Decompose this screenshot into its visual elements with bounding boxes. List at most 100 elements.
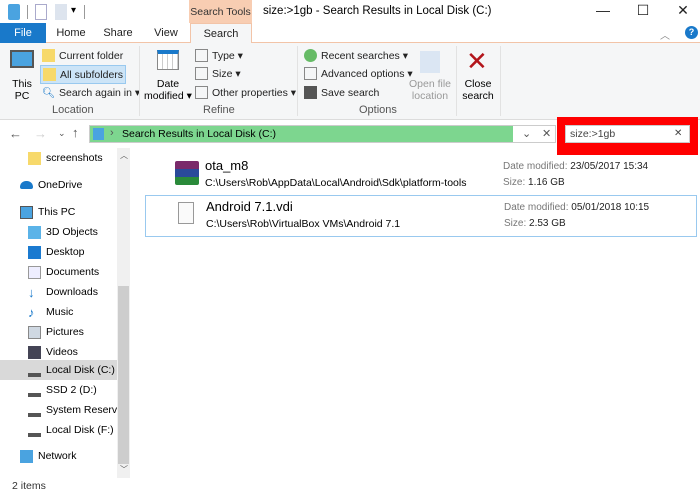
explorer-icon <box>8 4 20 20</box>
divider <box>139 46 140 116</box>
group-label-location: Location <box>52 104 94 116</box>
search-input-value: size:>1gb <box>570 128 616 140</box>
clear-search-button[interactable]: ✕ <box>674 128 682 139</box>
date-modified-button[interactable]: Date modified ▾ <box>143 78 193 102</box>
nav-item-downloads[interactable]: ↓ Downloads <box>0 282 117 302</box>
open-file-location-button: Open file location <box>408 78 452 102</box>
scroll-up-icon[interactable]: ︿ <box>120 150 128 161</box>
search-again-button[interactable]: 🔍︎ Search again in ▾ <box>42 86 141 100</box>
type-label: Type ▾ <box>212 49 243 62</box>
nav-label: Videos <box>46 346 78 358</box>
back-button[interactable]: ← <box>9 126 22 141</box>
minimize-button[interactable]: — <box>588 2 618 18</box>
nav-label: Network <box>38 450 77 462</box>
tab-search[interactable]: Search <box>190 23 252 44</box>
navigation-pane: screenshots OneDrive This PC 3D Objects … <box>0 148 130 478</box>
nav-item-music[interactable]: ♪ Music <box>0 302 117 322</box>
other-properties-label: Other properties ▾ <box>212 86 297 99</box>
advanced-options-button[interactable]: Advanced options ▾ <box>304 67 413 80</box>
result-item[interactable]: ota_m8 C:\Users\Rob\AppData\Local\Androi… <box>145 155 697 197</box>
date-value: 05/01/2018 10:15 <box>571 202 650 213</box>
nav-label: Desktop <box>46 246 85 258</box>
properties-icon[interactable] <box>35 4 47 20</box>
file-name: Android 7.1.vdi <box>206 199 293 214</box>
collapse-ribbon-icon[interactable]: ︿ <box>660 27 670 42</box>
type-button[interactable]: Type ▾ <box>195 49 243 62</box>
up-button[interactable]: ↑ <box>72 125 79 140</box>
nav-item-screenshots[interactable]: screenshots <box>0 148 117 168</box>
scroll-down-icon[interactable]: ﹀ <box>120 464 128 475</box>
date-label: Date modified: <box>503 161 568 172</box>
maximize-button[interactable]: ☐ <box>628 2 658 19</box>
forward-button[interactable]: → <box>34 126 47 141</box>
date-value: 23/05/2017 15:34 <box>570 161 649 172</box>
recent-locations-button[interactable]: ⌄ <box>58 128 66 139</box>
nav-item-pictures[interactable]: Pictures <box>0 322 117 342</box>
current-folder-button[interactable]: Current folder <box>42 49 123 62</box>
size-button[interactable]: Size ▾ <box>195 67 241 80</box>
breadcrumb-chevron: › <box>110 127 114 139</box>
search-input[interactable]: size:>1gb ✕ <box>565 125 690 143</box>
other-properties-button[interactable]: Other properties ▾ <box>195 86 296 99</box>
nav-scrollbar[interactable]: ︿ ﹀ <box>117 148 130 478</box>
nav-item-this-pc[interactable]: This PC <box>0 202 117 222</box>
all-subfolders-button[interactable]: All subfolders <box>40 65 127 84</box>
nav-item-system-reserved[interactable]: System Reserved <box>0 400 117 420</box>
new-folder-icon[interactable] <box>55 4 67 20</box>
close-search-icon: ✕ <box>466 46 488 76</box>
drive-icon <box>28 384 41 397</box>
search-tools-label: Search Tools <box>190 6 251 18</box>
computer-icon <box>10 50 34 68</box>
search-again-label: Search again in ▾ <box>59 86 141 99</box>
group-label-refine: Refine <box>203 104 235 116</box>
nav-item-onedrive[interactable]: OneDrive <box>0 175 117 195</box>
drive-icon <box>28 404 41 417</box>
date-label: Date modified: <box>504 202 569 213</box>
save-search-button[interactable]: Save search <box>304 86 379 99</box>
customize-quick-access-icon[interactable]: ▾ <box>71 5 76 16</box>
breadcrumb[interactable]: Search Results in Local Disk (C:) <box>122 128 276 140</box>
nav-label: Pictures <box>46 326 84 338</box>
nav-label: Downloads <box>46 286 98 298</box>
close-button[interactable]: ✕ <box>668 2 698 19</box>
recent-searches-button[interactable]: Recent searches ▾ <box>304 49 408 62</box>
properties-icon <box>195 86 208 99</box>
calendar-icon <box>157 50 179 70</box>
close-search-button[interactable]: Close search <box>460 78 496 102</box>
status-item-count: 2 items <box>12 480 46 492</box>
tab-file[interactable]: File <box>0 23 46 43</box>
nav-item-local-disk-f[interactable]: Local Disk (F:) <box>0 420 117 440</box>
result-item[interactable]: Android 7.1.vdi C:\Users\Rob\VirtualBox … <box>145 195 697 237</box>
tab-view[interactable]: View <box>148 23 184 43</box>
stop-icon[interactable]: ✕ <box>542 127 551 140</box>
nav-item-videos[interactable]: Videos <box>0 342 117 362</box>
nav-item-local-disk-c[interactable]: Local Disk (C:) <box>0 360 117 380</box>
this-pc-button[interactable]: This PC <box>8 78 36 102</box>
recent-icon <box>304 49 317 62</box>
folder-icon <box>42 49 55 62</box>
scrollbar-thumb[interactable] <box>118 286 129 464</box>
download-icon: ↓ <box>28 284 35 300</box>
cloud-icon <box>20 181 33 189</box>
tab-share[interactable]: Share <box>100 23 136 43</box>
nav-item-3d-objects[interactable]: 3D Objects <box>0 222 117 242</box>
all-subfolders-label: All subfolders <box>60 68 124 81</box>
nav-item-desktop[interactable]: Desktop <box>0 242 117 262</box>
address-dropdown-icon[interactable]: ⌄ <box>522 127 531 140</box>
current-folder-label: Current folder <box>59 49 124 62</box>
window-title: size:>1gb - Search Results in Local Disk… <box>263 5 492 17</box>
nav-item-network[interactable]: Network <box>0 446 117 466</box>
address-bar[interactable]: › Search Results in Local Disk (C:) ⌄ ✕ <box>89 125 556 143</box>
nav-item-documents[interactable]: Documents <box>0 262 117 282</box>
drive-icon <box>28 424 41 437</box>
divider <box>456 46 457 116</box>
divider <box>27 5 28 19</box>
folder-icon <box>28 151 41 165</box>
search-tools-header: Search Tools <box>189 0 252 23</box>
nav-label: System Reserved <box>46 404 117 416</box>
help-icon[interactable]: ? <box>685 26 698 39</box>
tab-home[interactable]: Home <box>52 23 90 43</box>
nav-label: OneDrive <box>38 179 83 191</box>
size-value: 1.16 GB <box>528 177 565 188</box>
nav-item-ssd2-d[interactable]: SSD 2 (D:) <box>0 380 117 400</box>
